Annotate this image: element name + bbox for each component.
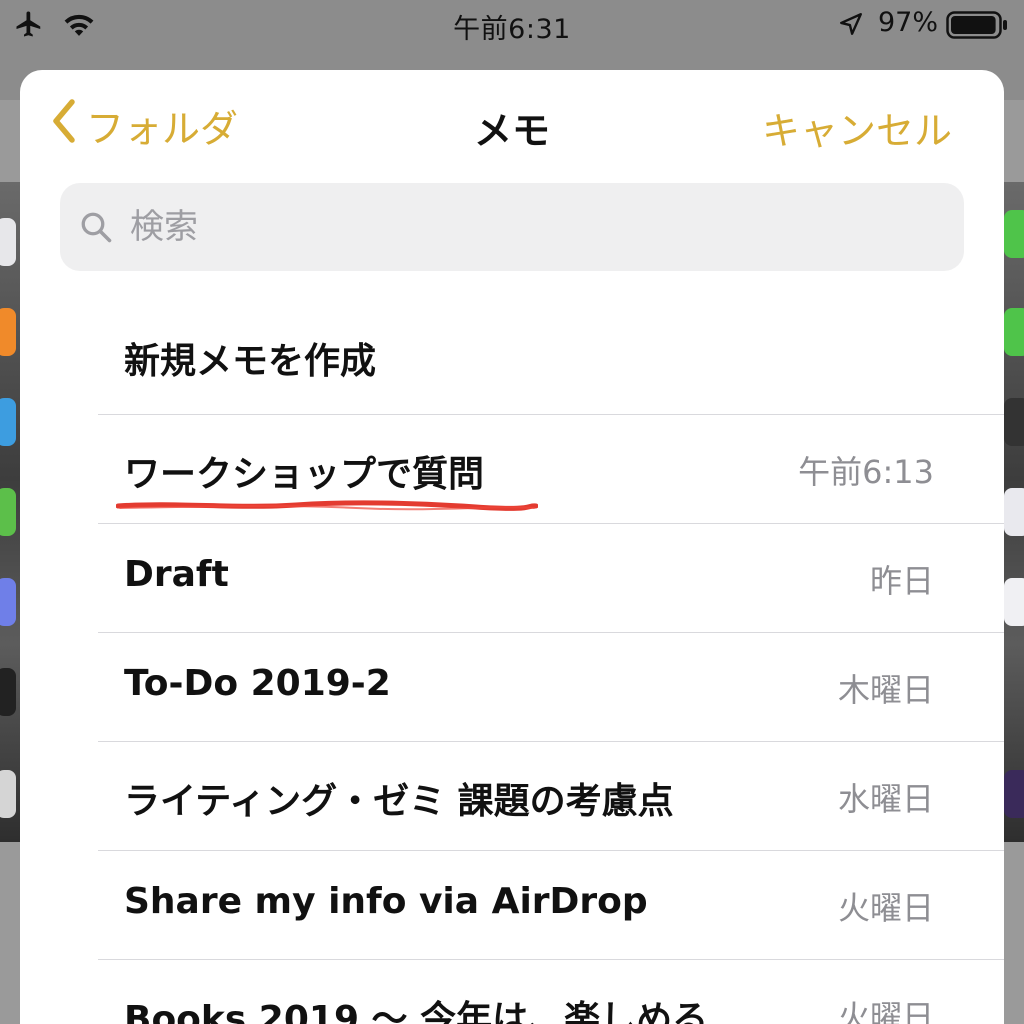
background-app-icon — [0, 668, 16, 716]
notes-list: ワークショップで質問 午前6:13 Draft 昨日 To-Do 2019-2 … — [98, 414, 1004, 1024]
note-row[interactable]: Books 2019 〜 今年は、楽しめる… 火曜日 — [98, 959, 1004, 1024]
note-title: Books 2019 〜 今年は、楽しめる… — [124, 999, 745, 1024]
battery-icon — [946, 11, 1008, 43]
search-input[interactable] — [128, 206, 912, 248]
search-bar[interactable] — [60, 183, 964, 271]
note-row[interactable]: Share my info via AirDrop 火曜日 — [98, 850, 1004, 959]
background-app-icon — [1004, 488, 1024, 536]
search-icon — [78, 209, 114, 245]
background-app-icon — [0, 398, 16, 446]
note-title: Share my info via AirDrop — [124, 881, 648, 922]
background-app-icon — [1004, 398, 1024, 446]
battery-percentage: 97% — [878, 7, 939, 38]
red-annotation-underline — [116, 500, 538, 511]
note-title: ライティング・ゼミ 課題の考慮点 — [124, 781, 674, 822]
note-date: 火曜日 — [837, 998, 934, 1024]
note-row[interactable]: ワークショップで質問 午前6:13 — [98, 414, 1004, 523]
note-title: To-Do 2019-2 — [124, 663, 391, 704]
background-app-icon — [0, 308, 16, 356]
note-row[interactable]: To-Do 2019-2 木曜日 — [98, 632, 1004, 741]
background-app-icon — [1004, 210, 1024, 258]
screen: 午前6:31 97% フォルダ メモ キャンセル 検索 新規メモを作成 ワークシ… — [0, 0, 1024, 1024]
background-app-icon — [1004, 770, 1024, 818]
note-date: 午前6:13 — [798, 453, 934, 491]
cancel-button[interactable]: キャンセル — [762, 100, 952, 155]
note-title: ワークショップで質問 — [124, 454, 485, 495]
note-title: Draft — [124, 554, 229, 595]
note-date: 水曜日 — [837, 780, 934, 818]
note-date: 火曜日 — [837, 889, 934, 927]
navigation-bar: フォルダ メモ キャンセル — [20, 70, 1004, 180]
note-date: 木曜日 — [837, 671, 934, 709]
note-row[interactable]: Draft 昨日 — [98, 523, 1004, 632]
status-time: 午前6:31 — [453, 14, 571, 45]
background-app-icon — [0, 578, 16, 626]
background-app-icon — [0, 770, 16, 818]
notes-picker-sheet: フォルダ メモ キャンセル 新規メモを作成 ワークショップで質問 午前6:13 — [20, 70, 1004, 1024]
status-bar: 午前6:31 97% — [0, 0, 1024, 52]
location-arrow-icon — [838, 11, 864, 41]
background-app-icon — [0, 218, 16, 266]
background-app-icon — [1004, 578, 1024, 626]
note-date: 昨日 — [869, 562, 934, 600]
create-new-note-button[interactable]: 新規メモを作成 — [124, 332, 376, 384]
background-app-icon — [1004, 308, 1024, 356]
note-row[interactable]: ライティング・ゼミ 課題の考慮点 水曜日 — [98, 741, 1004, 850]
background-app-icon — [0, 488, 16, 536]
